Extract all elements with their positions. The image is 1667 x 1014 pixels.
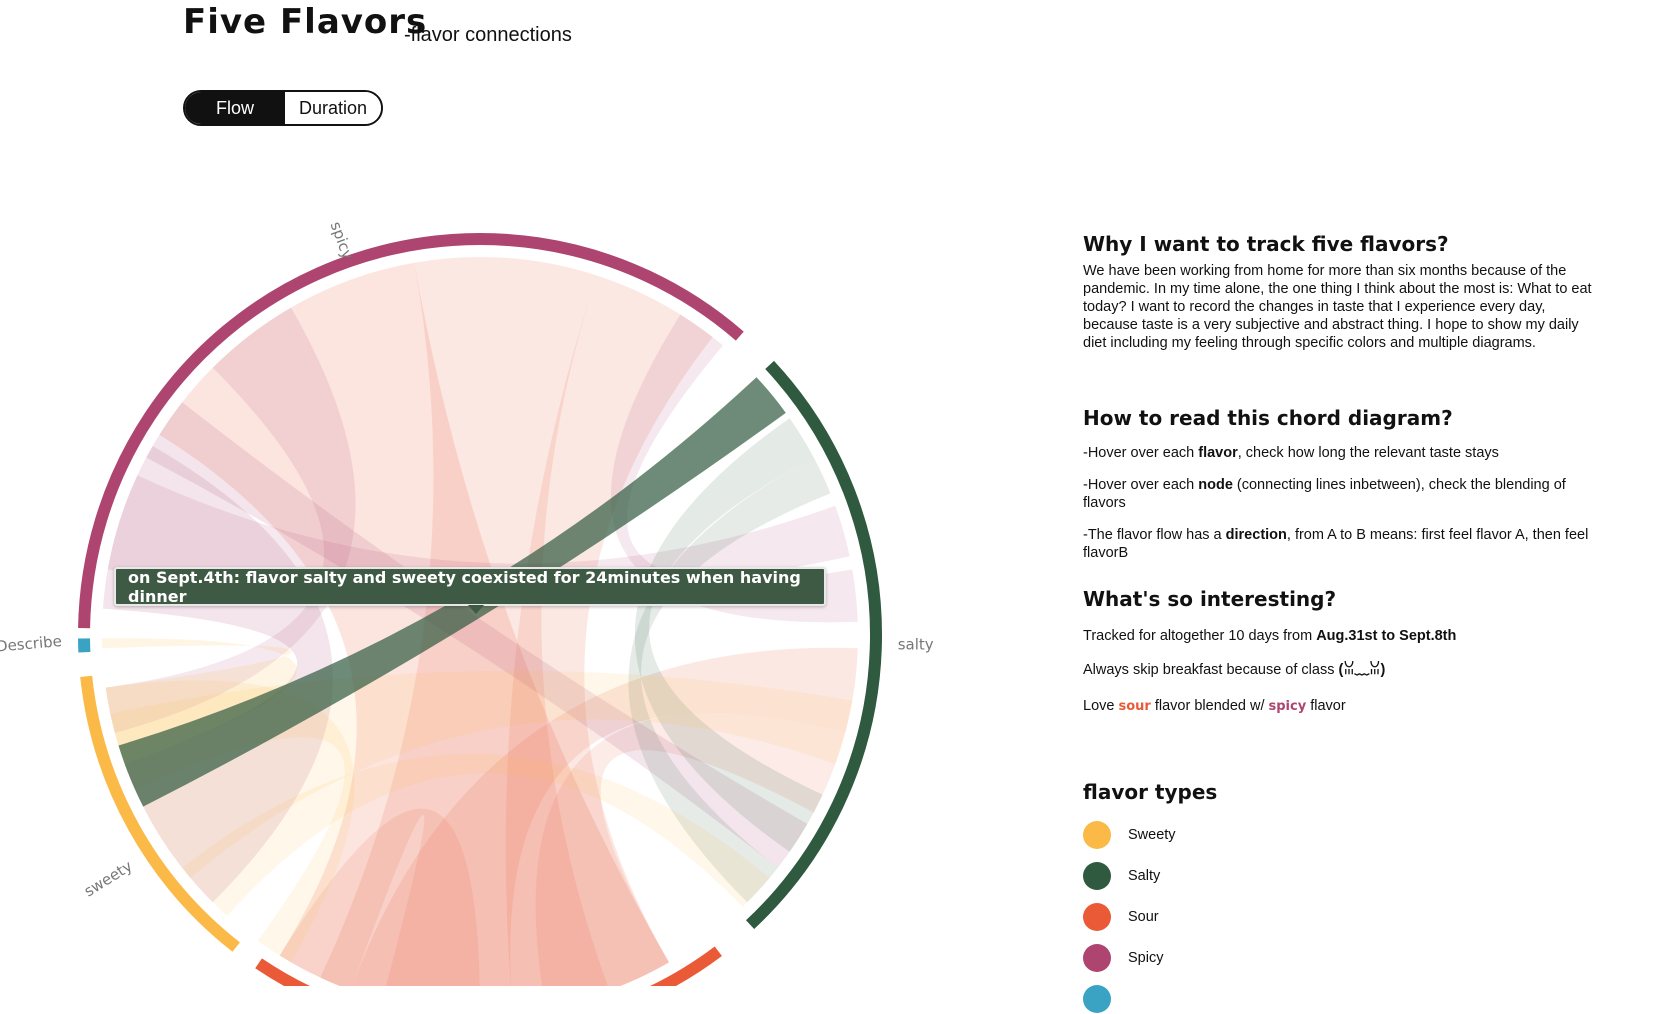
chord-tooltip: on Sept.4th: flavor salty and sweety coe… (114, 567, 826, 606)
chord-diagram: spicy salty sweety hardToDescribe (0, 0, 1000, 986)
legend-dot-sour (1083, 903, 1111, 931)
arc-label-sweety: sweety (81, 857, 136, 901)
arc-label-spicy: spicy (327, 219, 357, 262)
legend-item-sweety: Sweety (1083, 820, 1176, 850)
legend-dot-salty (1083, 862, 1111, 890)
tooltip-text: on Sept.4th: flavor salty and sweety coe… (128, 568, 824, 606)
interesting-section: What's so interesting? Tracked for altog… (1083, 587, 1603, 716)
arc-label-hardtodescribe: hardToDescribe (0, 632, 62, 660)
legend-dot-hard-to-describe (1083, 985, 1111, 1013)
legend-item-spicy: Spicy (1083, 943, 1163, 973)
tooltip-arrow (468, 605, 484, 614)
legend-item-hard-to-describe (1083, 984, 1128, 1014)
interesting-line-dates: Tracked for altogether 10 days from Aug.… (1083, 627, 1603, 645)
how-item-node: -Hover over each node (connecting lines … (1083, 476, 1603, 512)
interesting-line-breakfast: Always skip breakfast because of class (… (1083, 661, 1603, 679)
legend-section: flavor types Sweety Salty Sour Spicy (1083, 780, 1603, 1000)
chord-ribbons (102, 257, 858, 986)
interesting-heading: What's so interesting? (1083, 587, 1603, 611)
legend-dot-sweety (1083, 821, 1111, 849)
how-section: How to read this chord diagram? -Hover o… (1083, 406, 1603, 562)
why-heading: Why I want to track five flavors? (1083, 232, 1603, 256)
legend-item-salty: Salty (1083, 861, 1160, 891)
legend-heading: flavor types (1083, 780, 1603, 804)
why-section: Why I want to track five flavors? We hav… (1083, 232, 1603, 352)
how-item-direction: -The flavor flow has a direction, from A… (1083, 526, 1603, 562)
why-body: We have been working from home for more … (1083, 262, 1603, 352)
arc-label-salty: salty (898, 636, 934, 654)
how-item-flavor: -Hover over each flavor, check how long … (1083, 444, 1603, 462)
legend-dot-spicy (1083, 944, 1111, 972)
interesting-line-love: Love sour flavor blended w/ spicy flavor (1083, 697, 1603, 716)
legend-item-sour: Sour (1083, 902, 1159, 932)
how-heading: How to read this chord diagram? (1083, 406, 1603, 430)
